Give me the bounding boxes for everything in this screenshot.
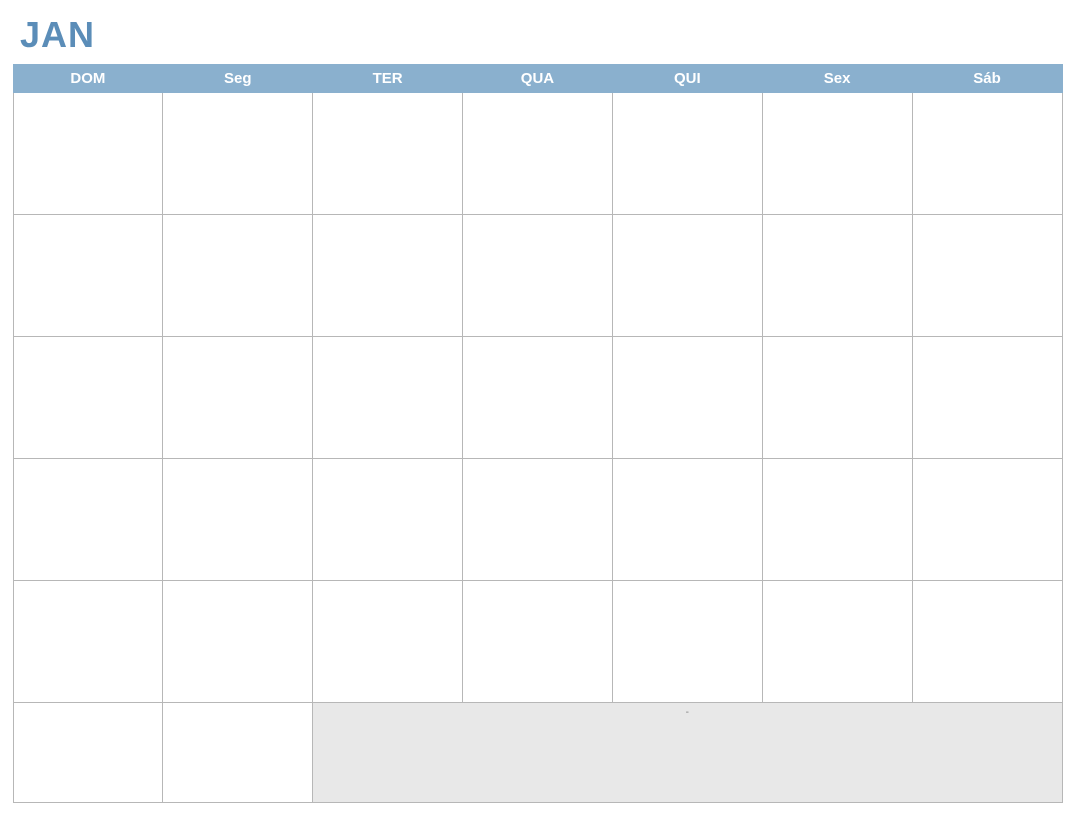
calendar-cell[interactable] (912, 581, 1062, 703)
calendar-table: DOM Seg TER QUA QUI Sex Sáb (13, 64, 1063, 803)
weekday-header-row: DOM Seg TER QUA QUI Sex Sáb (13, 65, 1062, 93)
calendar-cell[interactable] (13, 337, 163, 459)
calendar-cell[interactable] (163, 337, 313, 459)
month-title: JAN (10, 10, 1065, 64)
calendar-cell[interactable] (313, 93, 463, 215)
calendar-cell[interactable] (612, 337, 762, 459)
calendar-cell[interactable] (612, 459, 762, 581)
weekday-header-sunday: DOM (13, 65, 163, 93)
calendar-cell[interactable] (13, 459, 163, 581)
calendar-cell[interactable] (463, 215, 613, 337)
weekday-header-monday: Seg (163, 65, 313, 93)
calendar-cell[interactable] (13, 93, 163, 215)
calendar-cell[interactable] (762, 93, 912, 215)
calendar-cell[interactable] (463, 337, 613, 459)
weekday-header-saturday: Sáb (912, 65, 1062, 93)
weekday-header-wednesday: QUA (463, 65, 613, 93)
calendar-cell[interactable] (313, 459, 463, 581)
calendar-cell[interactable] (463, 93, 613, 215)
calendar-cell[interactable] (762, 459, 912, 581)
calendar-cell[interactable] (612, 93, 762, 215)
calendar-cell[interactable] (163, 581, 313, 703)
calendar-cell[interactable] (762, 337, 912, 459)
weekday-header-friday: Sex (762, 65, 912, 93)
weekday-header-tuesday: TER (313, 65, 463, 93)
calendar-cell[interactable] (463, 581, 613, 703)
calendar-cell[interactable] (912, 215, 1062, 337)
calendar-cell[interactable] (762, 215, 912, 337)
calendar-cell[interactable] (13, 703, 163, 803)
weekday-header-thursday: QUI (612, 65, 762, 93)
calendar-cell[interactable] (313, 581, 463, 703)
calendar-cell[interactable] (612, 215, 762, 337)
calendar-cell[interactable] (912, 459, 1062, 581)
calendar-cell[interactable] (463, 459, 613, 581)
calendar-cell[interactable] (313, 215, 463, 337)
calendar-row (13, 93, 1062, 215)
calendar-cell[interactable] (163, 703, 313, 803)
calendar-cell[interactable] (912, 337, 1062, 459)
calendar-row (13, 215, 1062, 337)
calendar-cell[interactable] (163, 215, 313, 337)
calendar-row (13, 337, 1062, 459)
calendar-row (13, 581, 1062, 703)
calendar-cell[interactable] (163, 93, 313, 215)
calendar-cell[interactable] (762, 581, 912, 703)
calendar-row: - (13, 703, 1062, 803)
calendar-cell[interactable] (612, 581, 762, 703)
calendar-cell[interactable] (313, 337, 463, 459)
calendar-cell[interactable] (13, 581, 163, 703)
notes-cell[interactable]: - (313, 703, 1062, 803)
calendar-cell[interactable] (13, 215, 163, 337)
calendar-cell[interactable] (912, 93, 1062, 215)
calendar-cell[interactable] (163, 459, 313, 581)
calendar-row (13, 459, 1062, 581)
